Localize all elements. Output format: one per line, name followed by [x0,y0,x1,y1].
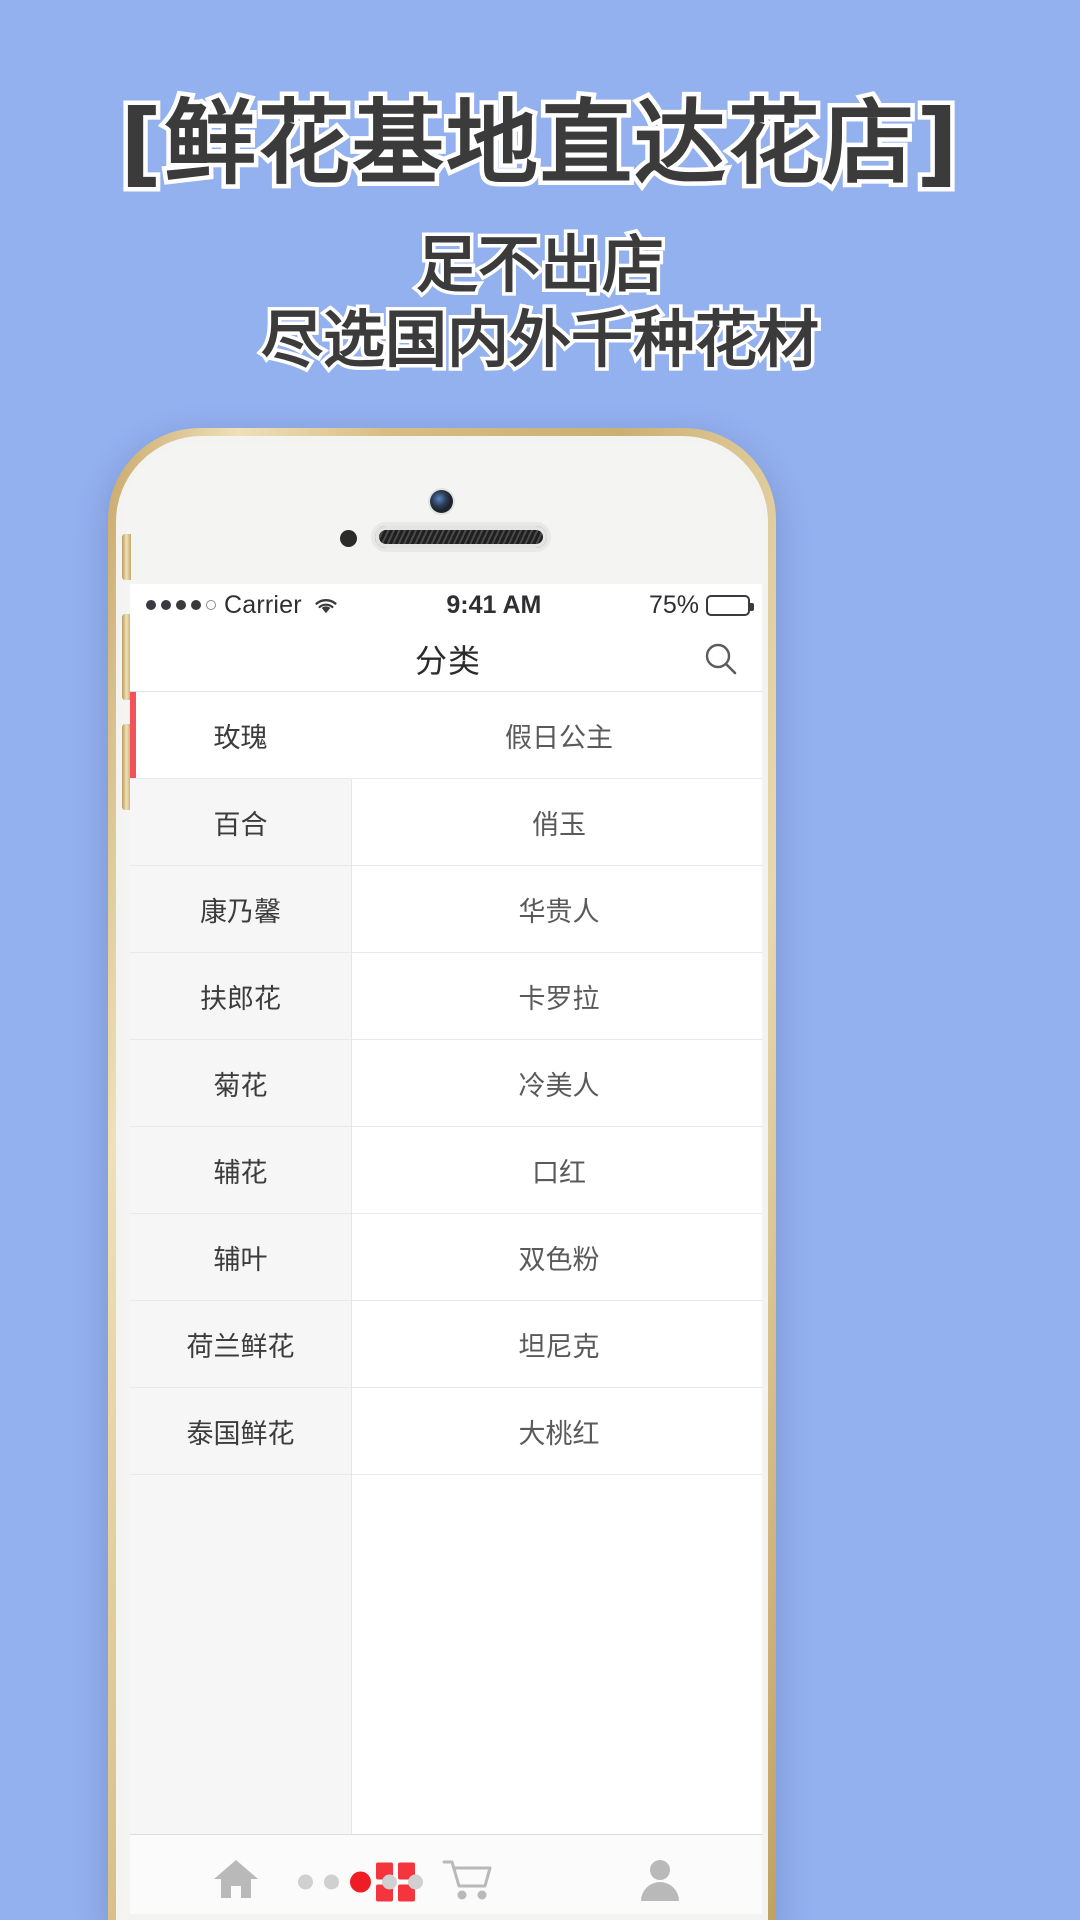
category-label: 康乃馨 [200,896,281,927]
category-list: 玫瑰 百合 康乃馨 扶郎花 菊花 辅花 辅叶 荷兰鲜花 泰国鲜花 假日公主 俏玉… [130,692,762,1834]
person-icon [636,1855,684,1908]
variety-label: 坦尼克 [518,1331,600,1362]
category-row[interactable]: 辅花 [130,1127,351,1214]
category-label: 百合 [213,809,268,840]
mute-switch[interactable] [122,534,131,580]
category-row[interactable]: 扶郎花 [130,953,351,1040]
variety-label: 华贵人 [518,896,600,927]
phone-face: Carrier 9:41 AM 75% 分类 玫瑰 百合 康乃馨 扶郎花 菊花 … [122,442,762,1914]
category-label: 辅花 [213,1157,268,1188]
variety-label: 口红 [532,1157,586,1188]
category-row[interactable]: 康乃馨 [130,866,351,953]
category-label: 玫瑰 [213,722,268,753]
variety-label: 卡罗拉 [518,983,600,1014]
promo-subtitle: 足不出店 尽选国内外千种花材 [0,224,1080,380]
variety-row[interactable]: 华贵人 [352,866,762,953]
status-bar-left: Carrier [146,591,339,620]
variety-row[interactable]: 口红 [352,1127,762,1214]
category-label: 泰国鲜花 [186,1418,295,1449]
promo-subtitle-line-1: 足不出店 [412,224,667,304]
category-label: 扶郎花 [200,983,281,1014]
variety-row[interactable]: 假日公主 [352,692,762,779]
promo-headline: [鲜花基地直达花店] [115,90,962,197]
variety-label: 冷美人 [518,1070,600,1101]
carrier-label: Carrier [224,590,302,619]
variety-row[interactable]: 坦尼克 [352,1301,762,1388]
category-label: 荷兰鲜花 [186,1331,295,1362]
category-label: 辅叶 [213,1244,268,1275]
front-camera-icon [430,490,453,513]
earpiece-speaker-icon [375,526,547,548]
variety-row[interactable]: 双色粉 [352,1214,762,1301]
navigation-bar: 分类 [130,626,762,692]
variety-row[interactable]: 冷美人 [352,1040,762,1127]
variety-label: 双色粉 [518,1244,600,1275]
category-row[interactable]: 菊花 [130,1040,351,1127]
home-icon [210,1856,262,1907]
category-column: 玫瑰 百合 康乃馨 扶郎花 菊花 辅花 辅叶 荷兰鲜花 泰国鲜花 [130,692,352,1834]
battery-percent-label: 75% [648,590,699,619]
phone-screen: Carrier 9:41 AM 75% 分类 玫瑰 百合 康乃馨 扶郎花 菊花 … [130,584,762,1914]
category-row[interactable]: 辅叶 [130,1214,351,1301]
status-bar-clock: 9:41 AM [446,590,542,619]
category-row[interactable]: 泰国鲜花 [130,1388,351,1475]
variety-label: 假日公主 [505,722,613,753]
battery-icon [706,594,754,616]
loading-dots-icon [298,1871,423,1892]
variety-column: 假日公主 俏玉 华贵人 卡罗拉 冷美人 口红 双色粉 坦尼克 大桃红 [352,692,762,1834]
wifi-icon [313,596,339,615]
phone-mockup: Carrier 9:41 AM 75% 分类 玫瑰 百合 康乃馨 扶郎花 菊花 … [108,428,776,1920]
variety-label: 大桃红 [518,1418,600,1449]
promo-banner: [鲜花基地直达花店] 足不出店 尽选国内外千种花材 [0,0,1080,380]
status-bar-right: 75% [648,590,754,620]
search-icon[interactable] [702,640,740,678]
proximity-sensor-icon [340,530,357,547]
category-row[interactable]: 玫瑰 [130,692,352,779]
variety-row[interactable]: 大桃红 [352,1388,762,1475]
tab-cart[interactable] [298,1856,554,1907]
promo-subtitle-line-2: 尽选国内外千种花材 [257,300,822,380]
variety-row[interactable]: 俏玉 [352,779,762,866]
page-title: 分类 [414,642,481,679]
category-row[interactable]: 百合 [130,779,351,866]
variety-label: 俏玉 [532,809,586,840]
status-bar: Carrier 9:41 AM 75% [130,584,762,626]
category-label: 菊花 [213,1070,268,1101]
category-row[interactable]: 荷兰鲜花 [130,1301,351,1388]
signal-strength-icon [146,600,216,610]
phone-bezel: Carrier 9:41 AM 75% 分类 玫瑰 百合 康乃馨 扶郎花 菊花 … [116,436,768,1920]
variety-row[interactable]: 卡罗拉 [352,953,762,1040]
tab-profile[interactable] [554,1855,762,1908]
tab-bar [130,1834,762,1914]
